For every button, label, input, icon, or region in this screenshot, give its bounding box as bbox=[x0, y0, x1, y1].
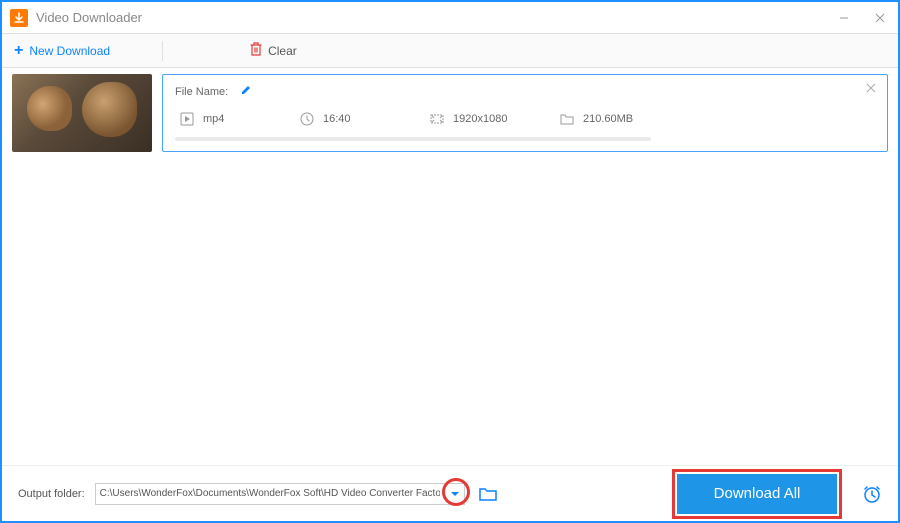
video-thumbnail[interactable] bbox=[12, 74, 152, 152]
trash-icon bbox=[250, 42, 262, 59]
file-name-label: File Name: bbox=[175, 86, 228, 98]
browse-folder-button[interactable] bbox=[479, 486, 497, 502]
folder-icon bbox=[559, 111, 575, 127]
output-path-input[interactable] bbox=[95, 483, 465, 505]
schedule-button[interactable] bbox=[862, 484, 882, 504]
toolbar-divider bbox=[162, 41, 163, 61]
title-bar: Video Downloader bbox=[2, 2, 898, 34]
duration-value: 16:40 bbox=[323, 113, 351, 125]
bottom-bar: Output folder: Download All bbox=[2, 465, 898, 521]
resolution-value: 1920x1080 bbox=[453, 113, 507, 125]
format-value: mp4 bbox=[203, 113, 224, 125]
minimize-button[interactable] bbox=[834, 8, 854, 28]
close-button[interactable] bbox=[870, 8, 890, 28]
resolution-icon bbox=[429, 111, 445, 127]
download-all-button[interactable]: Download All bbox=[677, 474, 837, 514]
plus-icon: + bbox=[14, 42, 23, 60]
download-item-card[interactable]: File Name: mp4 16:40 bbox=[162, 74, 888, 152]
app-icon bbox=[10, 9, 28, 27]
download-item: File Name: mp4 16:40 bbox=[12, 74, 888, 152]
app-title: Video Downloader bbox=[36, 10, 834, 25]
highlight-annotation-box: Download All bbox=[672, 469, 842, 519]
download-list: File Name: mp4 16:40 bbox=[2, 68, 898, 158]
size-value: 210.60MB bbox=[583, 113, 633, 125]
toolbar: + New Download Clear bbox=[2, 34, 898, 68]
output-path-dropdown[interactable] bbox=[446, 484, 464, 504]
clear-label: Clear bbox=[268, 44, 297, 58]
edit-icon[interactable] bbox=[240, 83, 252, 101]
progress-bar bbox=[175, 137, 651, 141]
output-folder-label: Output folder: bbox=[18, 488, 85, 500]
clear-button[interactable]: Clear bbox=[250, 42, 297, 59]
format-icon bbox=[179, 111, 195, 127]
clock-icon bbox=[299, 111, 315, 127]
new-download-button[interactable]: + New Download bbox=[14, 42, 110, 60]
new-download-label: New Download bbox=[29, 44, 110, 58]
remove-item-button[interactable] bbox=[865, 81, 877, 97]
